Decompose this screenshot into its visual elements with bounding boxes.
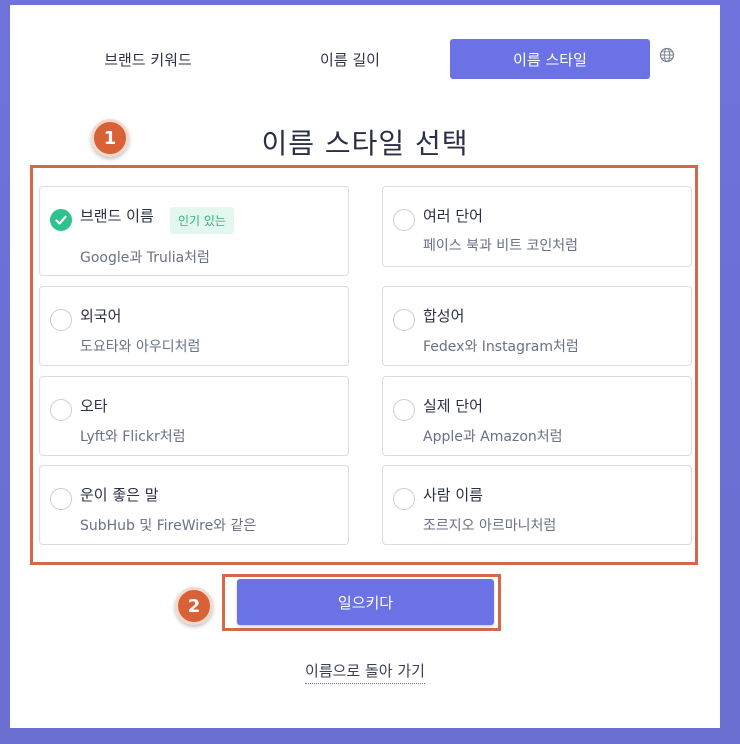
option-card-real-word[interactable]: 실제 단어 Apple과 Amazon처럼 <box>382 376 692 456</box>
option-name: 브랜드 이름 <box>80 207 154 225</box>
option-card-compound[interactable]: 합성어 Fedex와 Instagram처럼 <box>382 286 692 366</box>
radio-unchecked[interactable] <box>393 488 415 510</box>
option-card-misspelling[interactable]: 오타 Lyft와 Flickr처럼 <box>39 376 349 456</box>
option-card-lucky-word[interactable]: 운이 좋은 말 SubHub 및 FireWire와 같은 <box>39 465 349 545</box>
option-description: 조르지오 아르마니처럼 <box>423 518 557 534</box>
option-name: 오타 <box>80 397 108 415</box>
option-name: 사람 이름 <box>423 486 483 504</box>
step-marker-1: 1 <box>91 119 129 157</box>
tab-name-style[interactable]: 이름 스타일 <box>450 39 650 79</box>
radio-unchecked[interactable] <box>393 209 415 231</box>
option-card-foreign[interactable]: 외국어 도요타와 아우디처럼 <box>39 286 349 366</box>
tab-bar: 브랜드 키워드 이름 길이 이름 스타일 <box>20 33 720 83</box>
option-description: SubHub 및 FireWire와 같은 <box>80 518 257 534</box>
option-description: Fedex와 Instagram처럼 <box>423 339 579 355</box>
tab-brand-keywords[interactable]: 브랜드 키워드 <box>48 39 248 79</box>
option-description: 페이스 북과 비트 코인처럼 <box>423 238 579 254</box>
popular-badge: 인기 있는 <box>170 207 234 234</box>
option-card-multiple-words[interactable]: 여러 단어 페이스 북과 비트 코인처럼 <box>382 186 692 267</box>
option-card-brand-name[interactable]: 브랜드 이름 인기 있는 Google과 Trulia처럼 <box>39 186 349 276</box>
check-icon <box>55 215 67 225</box>
option-description: Google과 Trulia처럼 <box>80 250 210 266</box>
generate-button[interactable]: 일으키다 <box>237 579 494 625</box>
globe-icon[interactable] <box>659 47 675 63</box>
back-link-label[interactable]: 이름으로 돌아 가기 <box>305 662 425 684</box>
option-description: Apple과 Amazon처럼 <box>423 429 563 445</box>
radio-unchecked[interactable] <box>393 399 415 421</box>
option-description: 도요타와 아우디처럼 <box>80 339 201 355</box>
radio-unchecked[interactable] <box>50 399 72 421</box>
step-marker-2: 2 <box>175 587 213 625</box>
option-name: 합성어 <box>423 307 465 325</box>
option-name: 운이 좋은 말 <box>80 486 159 504</box>
option-name: 실제 단어 <box>423 397 483 415</box>
radio-unchecked[interactable] <box>50 488 72 510</box>
option-name: 외국어 <box>80 307 122 325</box>
option-name: 여러 단어 <box>423 207 483 225</box>
radio-checked[interactable] <box>50 209 72 231</box>
option-description: Lyft와 Flickr처럼 <box>80 429 186 445</box>
back-to-names-link[interactable]: 이름으로 돌아 가기 <box>10 660 720 684</box>
radio-unchecked[interactable] <box>50 309 72 331</box>
radio-unchecked[interactable] <box>393 309 415 331</box>
option-card-person-name[interactable]: 사람 이름 조르지오 아르마니처럼 <box>382 465 692 545</box>
tab-name-length[interactable]: 이름 길이 <box>250 39 450 79</box>
